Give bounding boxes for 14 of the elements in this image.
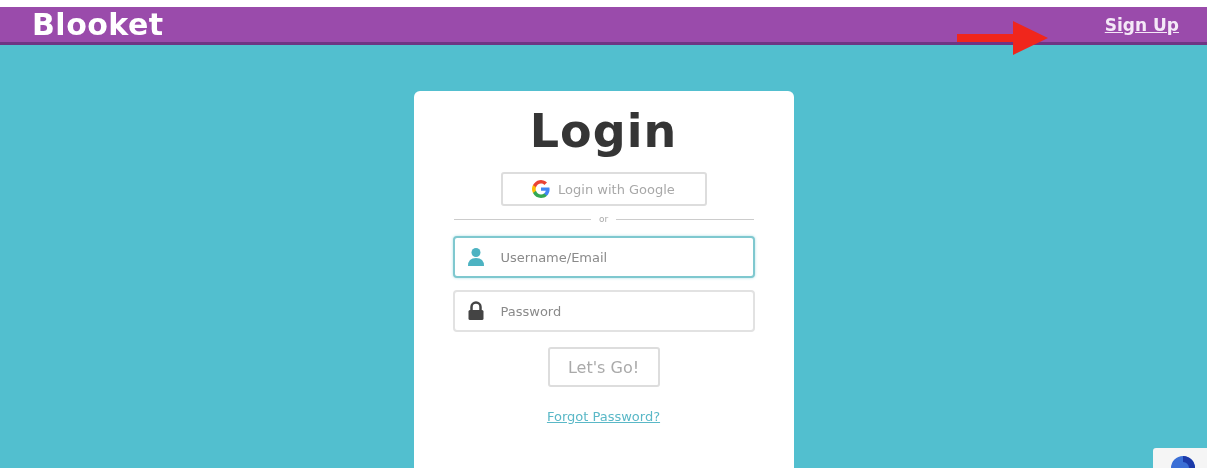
divider-label: or bbox=[598, 214, 609, 224]
username-field[interactable]: Username/Email bbox=[452, 236, 755, 278]
forgot-password-link[interactable]: Forgot Password? bbox=[546, 409, 661, 424]
recaptcha-icon[interactable] bbox=[1153, 448, 1207, 468]
submit-button[interactable]: Let's Go! bbox=[547, 347, 660, 387]
logo[interactable]: Blooket bbox=[32, 7, 164, 42]
sign-up-link[interactable]: Sign Up bbox=[1104, 14, 1179, 35]
google-icon bbox=[532, 180, 551, 198]
lock-icon bbox=[466, 301, 485, 321]
user-icon bbox=[466, 247, 485, 267]
login-title: Login bbox=[529, 103, 678, 159]
password-field[interactable]: Password bbox=[452, 290, 755, 332]
arrow-icon bbox=[955, 19, 1050, 57]
google-login-button[interactable]: Login with Google bbox=[500, 172, 707, 206]
